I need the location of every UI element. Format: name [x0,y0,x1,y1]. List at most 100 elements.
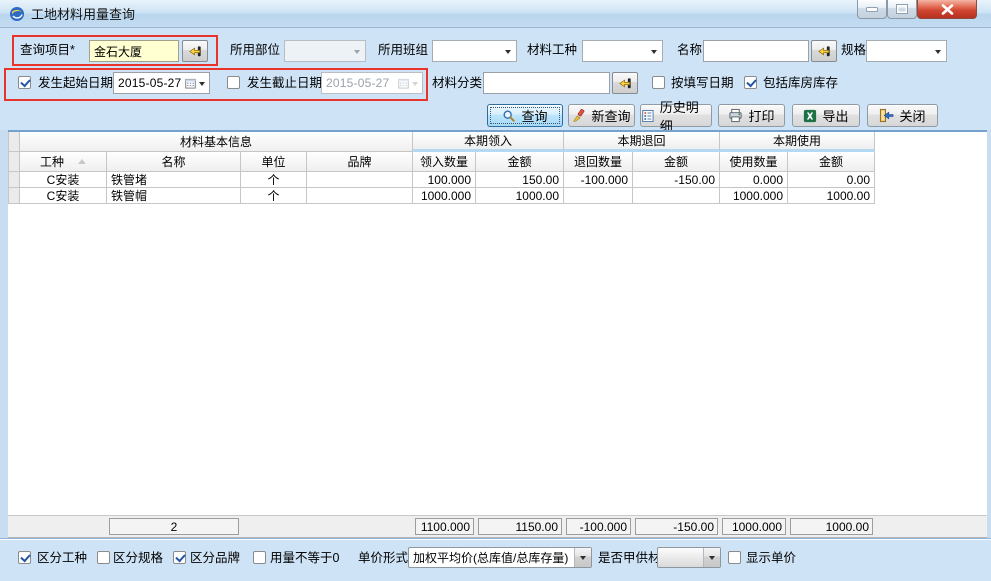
app-window: { "window": { "title": "工地材料用量查询" }, "fi… [0,0,991,581]
group-used: 本期使用 [720,132,875,152]
results-grid: 材料基本信息 本期领入 本期退回 本期使用 工种 名称 单位 品牌 领入数量 金… [8,130,987,538]
app-icon [9,6,25,22]
magnifier-icon [502,109,516,123]
material-trade-select[interactable] [582,40,663,62]
list-icon [641,109,655,123]
team-select[interactable] [432,40,517,62]
print-button[interactable]: 打印 [718,104,785,127]
col-header-returned-qty[interactable]: 退回数量 [564,152,633,172]
nonzero-usage-label: 用量不等于0 [270,551,339,565]
part-label: 所用部位 [230,43,280,57]
start-date-checkbox[interactable] [18,76,31,89]
group-received: 本期领入 [413,132,564,152]
owner-supplied-select[interactable] [657,547,721,568]
excel-icon [803,109,817,123]
project-picker-button[interactable] [182,40,208,62]
start-date-label: 发生起始日期 [38,76,113,90]
total-used-qty: 1000.000 [722,518,786,535]
total-used-amount: 1000.00 [790,518,873,535]
group-basic-info: 材料基本信息 [20,132,413,152]
total-returned-qty: -100.000 [566,518,631,535]
minimize-button[interactable] [857,0,887,19]
name-input[interactable] [703,40,809,62]
brush-icon [572,109,586,123]
by-brand-label: 区分品牌 [190,551,240,565]
sort-ascending-icon [78,155,86,164]
pointing-hand-icon [188,44,203,59]
col-header-received-qty[interactable]: 领入数量 [413,152,476,172]
table-row[interactable]: C安装 铁管堵 个 100.000 150.00 -100.000 -150.0… [8,172,987,188]
chevron-down-icon [709,556,715,563]
name-label: 名称 [677,43,702,57]
maximize-button[interactable] [887,0,917,19]
total-received-qty: 1100.000 [415,518,474,535]
maximize-icon [896,4,908,14]
total-received-amount: 1150.00 [478,518,562,535]
category-picker-button[interactable] [612,72,638,94]
show-price-label: 显示单价 [746,551,796,565]
export-button[interactable]: 导出 [792,104,860,127]
category-label: 材料分类 [432,76,482,90]
pointing-hand-icon [817,44,832,59]
exit-door-icon [879,108,894,123]
name-picker-button[interactable] [811,40,837,62]
row-selector-header [8,132,20,152]
end-date-input: 2015-05-27 [321,72,423,94]
titlebar: 工地材料用量查询 [0,0,991,28]
material-trade-label: 材料工种 [527,43,577,57]
by-brand-checkbox[interactable] [173,551,186,564]
end-date-checkbox[interactable] [227,76,240,89]
team-label: 所用班组 [378,43,428,57]
by-trade-checkbox[interactable] [18,551,31,564]
table-row[interactable]: C安装 铁管帽 个 1000.000 1000.00 1000.000 1000… [8,188,987,204]
spec-label: 规格 [841,43,866,57]
printer-icon [728,108,743,123]
close-window-button[interactable]: 关闭 [867,104,938,127]
window-title: 工地材料用量查询 [31,4,135,23]
part-select [284,40,366,62]
totals-footer: 2 1100.000 1150.00 -100.000 -150.00 1000… [8,515,987,538]
col-header-used-qty[interactable]: 使用数量 [720,152,788,172]
chevron-down-icon [580,556,586,563]
calendar-icon [185,78,196,89]
end-date-label: 发生截止日期 [247,76,322,90]
by-spec-label: 区分规格 [113,551,163,565]
pointing-hand-icon [618,76,633,91]
project-input[interactable]: 金石大厦 [89,40,179,62]
col-header-used-amount[interactable]: 金额 [788,152,875,172]
category-input[interactable] [483,72,610,94]
nonzero-usage-checkbox[interactable] [253,551,266,564]
by-fill-date-checkbox[interactable] [652,76,665,89]
minimize-icon [866,7,878,12]
chevron-down-icon [354,50,360,57]
row-count-cell: 2 [107,516,241,537]
column-header-row: 工种 名称 单位 品牌 领入数量 金额 退回数量 金额 使用数量 金额 [8,152,987,172]
group-header-row: 材料基本信息 本期领入 本期退回 本期使用 [8,132,987,152]
close-icon [941,4,954,15]
include-stock-label: 包括库房库存 [763,76,838,90]
col-header-unit[interactable]: 单位 [241,152,307,172]
spec-select[interactable] [866,40,947,62]
start-date-input[interactable]: 2015-05-27 [113,72,210,94]
by-spec-checkbox[interactable] [97,551,110,564]
new-query-button[interactable]: 新查询 [568,104,635,127]
query-button[interactable]: 查询 [487,104,563,127]
include-stock-checkbox[interactable] [744,76,757,89]
group-returned: 本期退回 [564,132,720,152]
col-header-trade[interactable]: 工种 [20,152,107,172]
by-trade-label: 区分工种 [37,551,87,565]
options-bar: 区分工种 区分规格 区分品牌 用量不等于0 单价形式 加权平均价(总库值/总库存… [0,538,991,581]
calendar-icon [398,78,409,89]
price-mode-label: 单价形式 [358,551,408,565]
col-header-returned-amount[interactable]: 金额 [633,152,720,172]
by-fill-date-label: 按填写日期 [671,76,734,90]
close-button[interactable] [917,0,977,19]
show-price-checkbox[interactable] [728,551,741,564]
price-mode-select[interactable]: 加权平均价(总库值/总库存量) [408,547,592,568]
chevron-down-icon [505,50,511,57]
col-header-name[interactable]: 名称 [107,152,241,172]
history-detail-button[interactable]: 历史明细 [640,104,712,127]
col-header-brand[interactable]: 品牌 [307,152,413,172]
owner-supplied-label: 是否甲供材 [598,551,661,565]
col-header-received-amount[interactable]: 金额 [476,152,564,172]
